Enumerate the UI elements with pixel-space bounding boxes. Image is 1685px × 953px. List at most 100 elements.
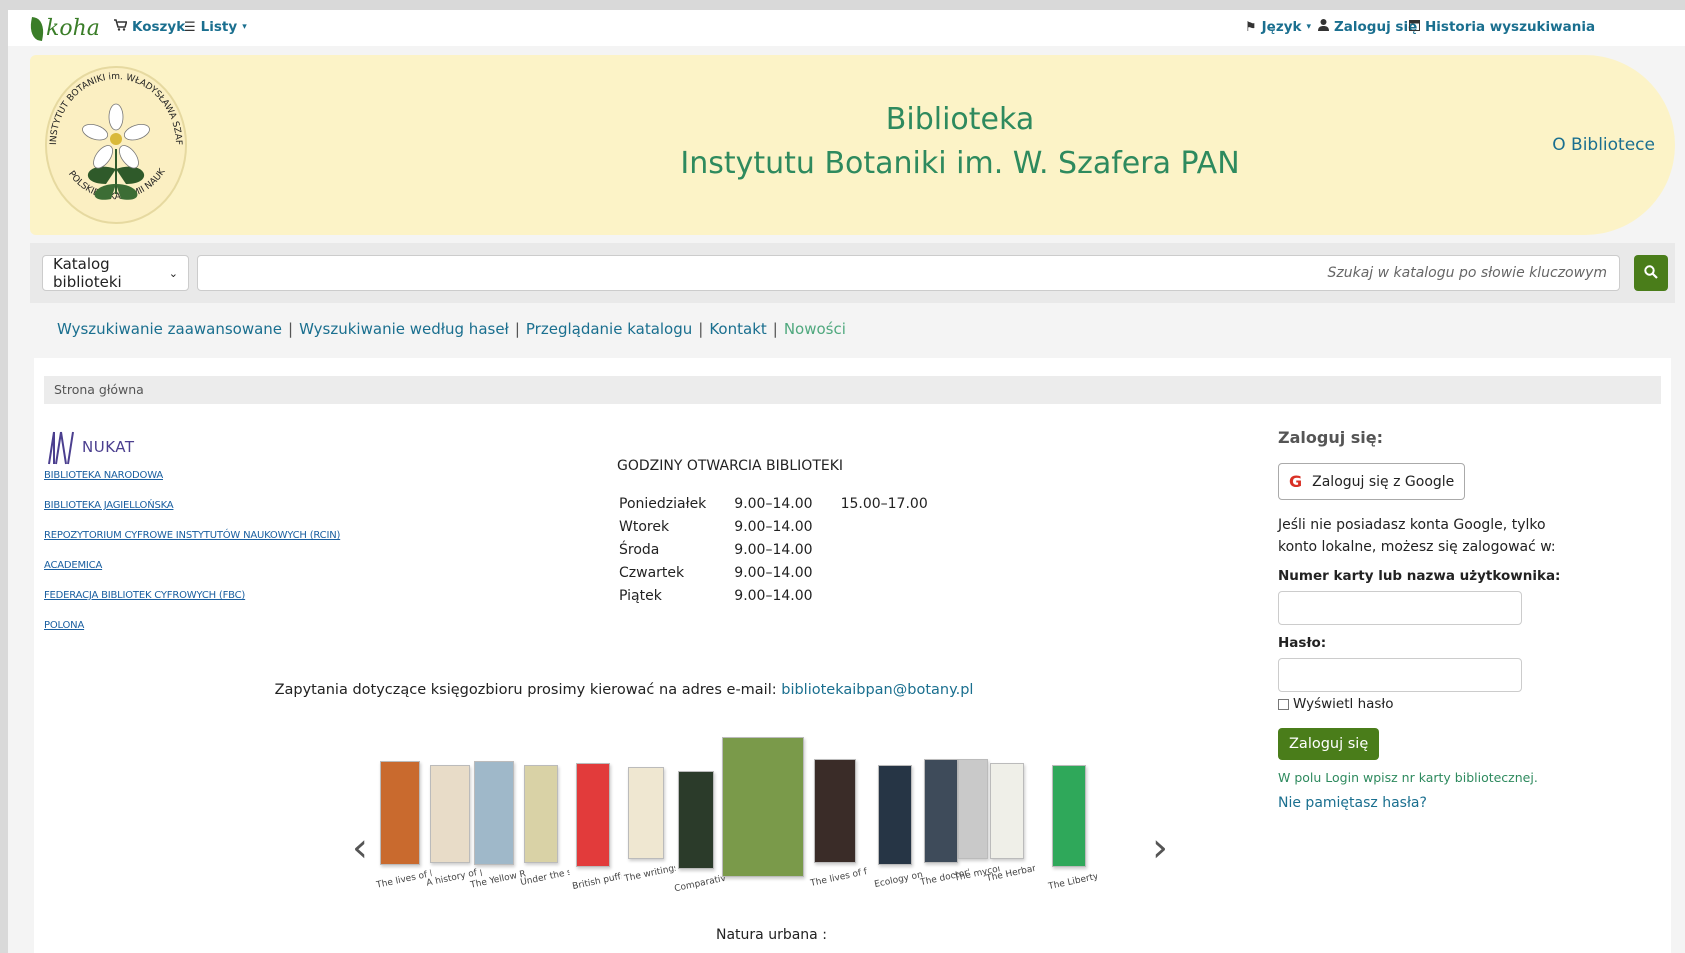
new-items-link[interactable]: Nowości (784, 320, 846, 338)
password-input[interactable] (1278, 658, 1522, 692)
breadcrumb: Strona główna (44, 376, 1661, 404)
featured-book-caption[interactable]: Natura urbana : (716, 927, 827, 943)
google-icon: G (1289, 472, 1303, 491)
user-icon (1318, 19, 1329, 35)
time (841, 565, 954, 586)
chevron-left-icon[interactable]: ‹ (352, 825, 368, 871)
history-label: Historia wyszukiwania (1425, 19, 1596, 35)
book-cover[interactable] (924, 759, 958, 863)
book-cover[interactable] (722, 737, 804, 877)
main-content: Strona główna NUKAT BIBLIOTEKA NARODOWA … (34, 358, 1671, 953)
language-dropdown[interactable]: ⚑ Język ▾ (1245, 19, 1311, 35)
catalog-select[interactable]: Katalog biblioteki ⌄ (42, 255, 189, 291)
library-link[interactable]: FEDERACJA BIBLIOTEK CYFROWYCH (FBC) (44, 590, 340, 620)
search-button[interactable] (1634, 255, 1668, 291)
separator: | (698, 320, 704, 338)
caret-down-icon: ▾ (242, 22, 247, 32)
google-login-button[interactable]: G Zaloguj się z Google (1278, 463, 1466, 500)
forgot-password-link[interactable]: Nie pamiętasz hasła? (1278, 795, 1578, 811)
nukat-logo[interactable]: NUKAT (46, 428, 135, 466)
breadcrumb-home[interactable]: Strona główna (54, 382, 144, 397)
day: Środa (619, 542, 660, 558)
day: Wtorek (619, 519, 670, 535)
book-cover[interactable] (628, 767, 664, 859)
cart-link[interactable]: Koszyk (114, 19, 185, 35)
nukat-label: NUKAT (82, 438, 135, 456)
login-submit-button[interactable]: Zaloguj się (1278, 728, 1380, 760)
logo-text: koha (46, 16, 100, 41)
book-caption[interactable]: The lives of fungi : (810, 867, 869, 889)
book-cover[interactable] (474, 761, 514, 865)
book-cover[interactable] (958, 759, 988, 859)
book-caption[interactable]: British puffballs, earthstars and ... (572, 872, 623, 892)
book-caption[interactable]: Comparative morphology and ... (674, 874, 727, 895)
book-cover[interactable] (878, 765, 912, 865)
page: koha Koszyk ☰ Listy ▾ ⚑ Język ▾ Zaloguj … (8, 10, 1685, 953)
time (841, 519, 954, 540)
query-text: Zapytania dotyczące księgozbioru prosimy… (274, 682, 782, 698)
book-caption[interactable]: The writings of Ferdinand Lindheimer (624, 864, 677, 885)
checkbox[interactable] (1278, 698, 1289, 710)
hours-table: Poniedziałek 9.00–14.00 15.00–17.00 Wtorek… (617, 494, 956, 611)
search-icon (1644, 264, 1658, 283)
caret-down-icon: ▾ (1306, 22, 1312, 32)
hours-row: Czwartek 9.00–14.00 (619, 565, 954, 586)
time (841, 542, 954, 563)
book-cover[interactable] (990, 763, 1024, 859)
hours-title: GODZINY OTWARCIA BIBLIOTEKI (617, 458, 844, 474)
hours-row: Wtorek 9.00–14.00 (619, 519, 954, 540)
subject-search-link[interactable]: Wyszukiwanie według haseł (299, 320, 509, 338)
search-input[interactable]: Szukaj w katalogu po słowie kluczowym (197, 255, 1620, 291)
list-icon: ☰ (184, 19, 196, 35)
contact-link[interactable]: Kontakt (709, 320, 766, 338)
institute-seal: INSTYTUT BOTANIKI im. WŁADYSŁAWA SZAFERA… (37, 54, 192, 229)
library-title: Biblioteka Instytutu Botaniki im. W. Sza… (460, 98, 1460, 186)
title-line-1: Biblioteka (885, 102, 1035, 137)
book-caption[interactable]: Under the shade of Thipaak : (520, 868, 571, 888)
library-link[interactable]: REPOZYTORIUM CYFROWE INSTYTUTÓW NAUKOWYC… (44, 530, 340, 560)
email-link[interactable]: bibliotekaibpan@botany.pl (781, 682, 973, 698)
book-cover[interactable] (1052, 765, 1086, 867)
time: 9.00–14.00 (734, 496, 813, 512)
login-link[interactable]: Zaloguj się (1318, 19, 1417, 35)
password-label: Hasło: (1278, 635, 1327, 651)
browse-catalog-link[interactable]: Przeglądanie katalogu (526, 320, 692, 338)
time (841, 588, 954, 609)
masthead: INSTYTUT BOTANIKI im. WŁADYSŁAWA SZAFERA… (30, 54, 1675, 235)
separator: | (772, 320, 778, 338)
username-input[interactable] (1278, 591, 1522, 625)
time: 9.00–14.00 (734, 565, 813, 581)
search-bar: Katalog biblioteki ⌄ Szukaj w katalogu p… (30, 243, 1675, 303)
query-note: Zapytania dotyczące księgozbioru prosimy… (34, 682, 1214, 698)
advanced-search-link[interactable]: Wyszukiwanie zaawansowane (57, 320, 282, 338)
book-cover[interactable] (430, 765, 470, 863)
book-cover[interactable] (678, 771, 714, 869)
library-link[interactable]: POLONA (44, 620, 340, 650)
book-caption[interactable]: The lives of lichens : (376, 869, 433, 890)
book-cover[interactable] (814, 759, 856, 863)
library-link[interactable]: BIBLIOTEKA NARODOWA (44, 470, 340, 500)
language-label: Język (1261, 19, 1302, 35)
new-books-carousel: ‹ › The lives of lichens :A history of p… (344, 733, 1244, 953)
show-password-toggle[interactable]: Wyświetl hasło (1278, 696, 1578, 712)
book-cover[interactable] (524, 765, 558, 863)
book-caption[interactable]: The Liberty Hyde Bailey gardener's ... (1048, 872, 1099, 892)
library-link[interactable]: ACADEMICA (44, 560, 340, 590)
nukat-icon (48, 431, 74, 465)
book-cover[interactable] (380, 761, 420, 865)
about-library-link[interactable]: O Bibliotece (1552, 135, 1655, 155)
koha-logo[interactable]: koha (28, 16, 100, 41)
book-cover[interactable] (576, 763, 610, 867)
chevron-down-icon: ⌄ (168, 266, 178, 280)
chevron-right-icon[interactable]: › (1152, 825, 1168, 871)
opening-hours: GODZINY OTWARCIA BIBLIOTEKI Poniedziałek… (617, 458, 956, 611)
cart-label: Koszyk (132, 19, 186, 35)
day: Piątek (619, 588, 662, 604)
username-label: Numer karty lub nazwa użytkownika: (1278, 568, 1561, 584)
top-nav: koha Koszyk ☰ Listy ▾ ⚑ Język ▾ Zaloguj … (8, 10, 1685, 46)
library-link[interactable]: BIBLIOTEKA JAGIELLOŃSKA (44, 500, 340, 530)
hours-row: Piątek 9.00–14.00 (619, 588, 954, 609)
lists-dropdown[interactable]: ☰ Listy ▾ (184, 19, 247, 35)
book-caption[interactable]: Ecology on the ground and in the ... (874, 870, 925, 890)
search-history-link[interactable]: Historia wyszukiwania (1409, 19, 1595, 35)
